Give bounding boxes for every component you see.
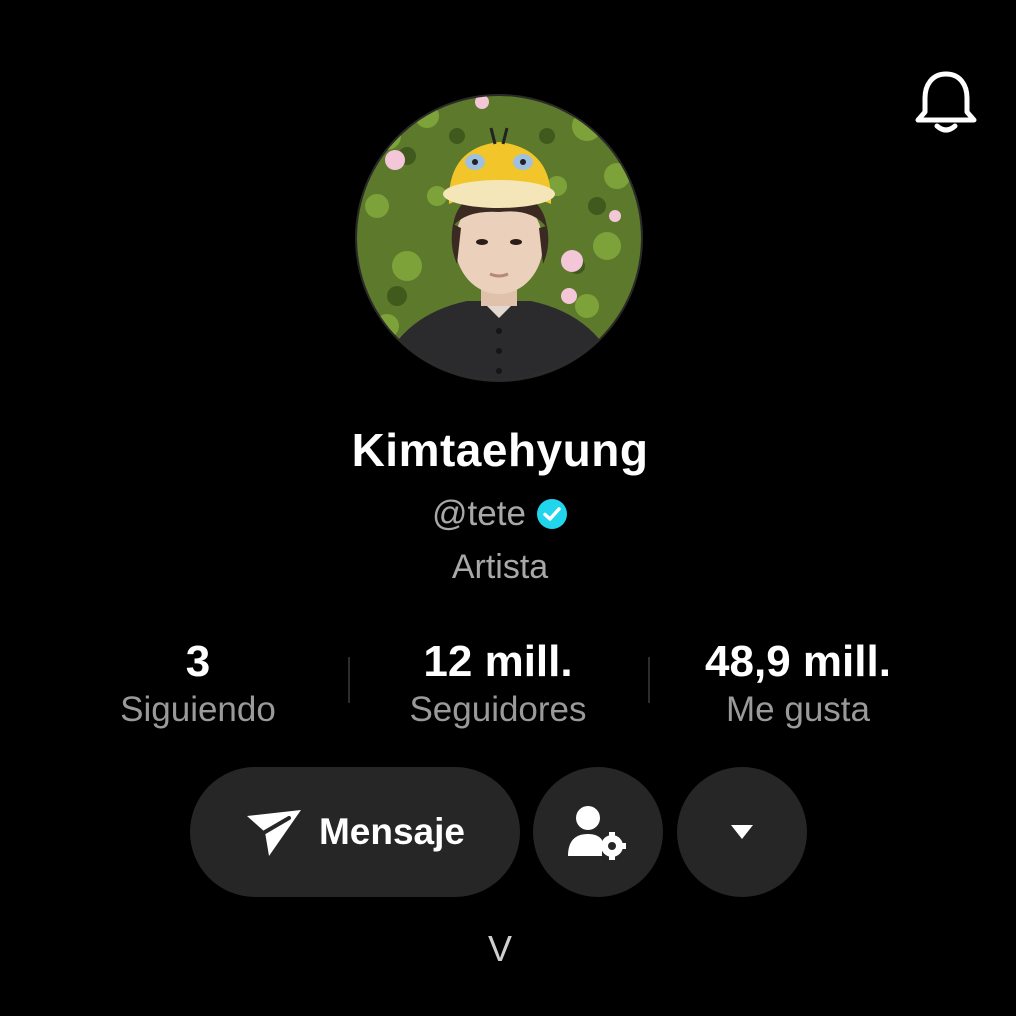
profile-bio: Artista — [451, 548, 549, 586]
message-button[interactable]: Mensaje — [190, 767, 520, 897]
more-options-button[interactable] — [677, 767, 807, 897]
profile-handle-row: @tete — [0, 492, 1000, 536]
stat-following-label: Siguiendo — [120, 690, 276, 729]
stat-followers[interactable]: 12 mill. Seguidores — [348, 638, 648, 730]
bell-icon — [915, 71, 977, 133]
verified-check-icon — [536, 499, 567, 529]
message-button-label: Mensaje — [318, 811, 465, 852]
stat-followers-value: 12 mill. — [423, 637, 573, 686]
stat-following[interactable]: 3 Siguiendo — [48, 638, 348, 730]
send-icon — [246, 810, 301, 856]
avatar-image — [357, 96, 641, 380]
profile-display-name: Kimtaehyung — [351, 424, 649, 476]
profile-avatar[interactable] — [355, 94, 643, 382]
stat-likes-label: Me gusta — [726, 690, 870, 729]
user-gear-icon — [568, 806, 626, 860]
user-settings-button[interactable] — [533, 767, 663, 897]
stat-followers-label: Seguidores — [409, 690, 587, 729]
stat-likes[interactable]: 48,9 mill. Me gusta — [648, 638, 948, 730]
stat-following-value: 3 — [185, 637, 211, 686]
caret-down-icon — [731, 825, 753, 839]
profile-handle: @tete — [432, 494, 526, 533]
footer-text: V — [487, 928, 512, 969]
notification-bell-button[interactable] — [912, 68, 980, 136]
stat-likes-value: 48,9 mill. — [705, 637, 891, 686]
